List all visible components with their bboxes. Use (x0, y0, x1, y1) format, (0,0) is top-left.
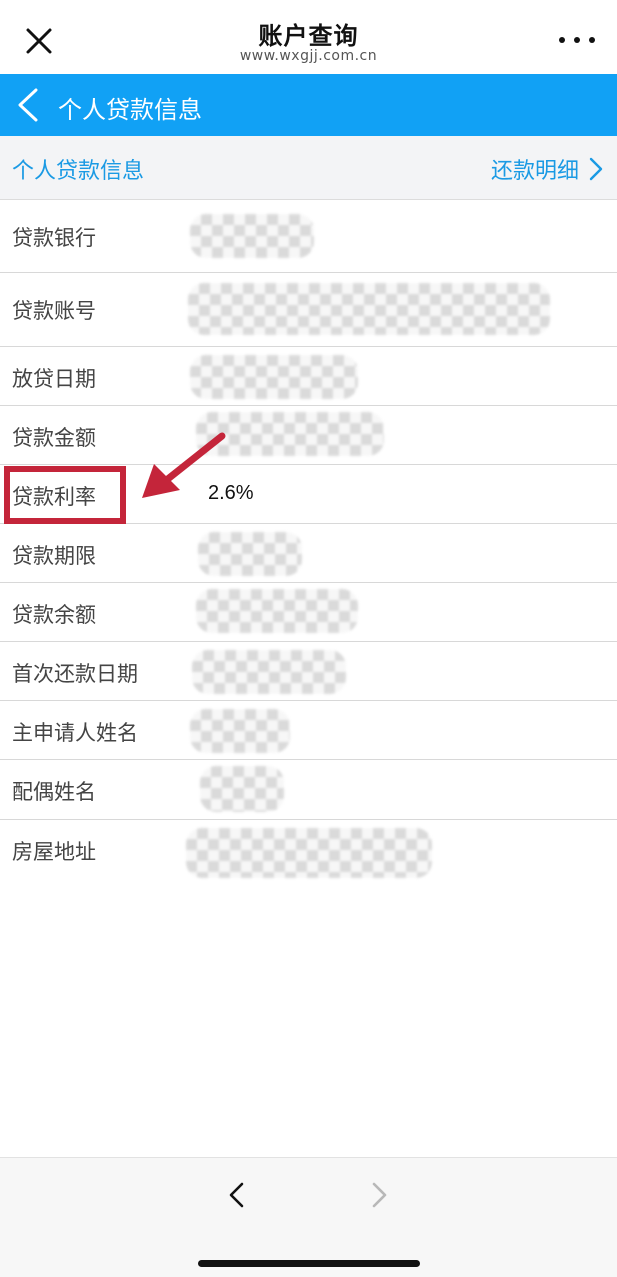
row-loan-bank: 贷款银行 (0, 200, 617, 273)
masked-value (190, 709, 290, 753)
chevron-right-icon (589, 157, 603, 181)
blue-header: 个人贷款信息 (0, 74, 617, 136)
row-first-repayment-date: 首次还款日期 (0, 642, 617, 701)
repayment-detail-label: 还款明细 (490, 159, 579, 184)
row-label: 放贷日期 (12, 367, 96, 391)
arrow-icon (142, 432, 226, 498)
row-spouse-name: 配偶姓名 (0, 760, 617, 820)
page-url: www.wxgjj.com.cn (239, 48, 378, 64)
masked-value (200, 766, 284, 812)
header-title: 个人贷款信息 (58, 96, 202, 124)
app-title-bar: 账户查询 www.wxgjj.com.cn (0, 0, 617, 74)
row-label: 首次还款日期 (12, 662, 138, 686)
row-label: 贷款账号 (12, 299, 96, 323)
row-label: 房屋地址 (12, 840, 96, 864)
more-dots-icon[interactable] (559, 28, 595, 52)
row-label: 贷款金额 (12, 426, 96, 450)
row-loan-balance: 贷款余额 (0, 583, 617, 642)
page-title: 账户查询 (258, 22, 359, 50)
row-label: 贷款余额 (12, 603, 96, 627)
chevron-right-icon[interactable] (368, 1178, 392, 1212)
section-bar: 个人贷款信息 还款明细 (0, 136, 617, 200)
masked-value (186, 828, 432, 878)
row-loan-account: 贷款账号 (0, 273, 617, 347)
chevron-left-icon[interactable] (16, 88, 40, 122)
row-label: 贷款银行 (12, 226, 96, 250)
row-label: 配偶姓名 (12, 780, 96, 804)
row-loan-amount: 贷款金额 (0, 406, 617, 465)
bottom-navigation (0, 1157, 617, 1277)
masked-value (198, 532, 302, 576)
masked-value (196, 589, 358, 633)
row-loan-date: 放贷日期 (0, 347, 617, 406)
row-label: 主申请人姓名 (12, 721, 138, 745)
masked-value (188, 283, 550, 335)
masked-value (192, 650, 346, 694)
highlight-box (4, 466, 126, 524)
row-label: 贷款期限 (12, 544, 96, 568)
repayment-detail-link[interactable]: 还款明细 (491, 153, 603, 185)
row-applicant-name: 主申请人姓名 (0, 701, 617, 760)
home-indicator (198, 1260, 420, 1267)
row-loan-term: 贷款期限 (0, 524, 617, 583)
section-title: 个人贷款信息 (12, 159, 145, 184)
chevron-left-icon[interactable] (224, 1178, 248, 1212)
masked-value (190, 355, 358, 399)
masked-value (190, 214, 314, 258)
row-property-address: 房屋地址 (0, 820, 617, 882)
